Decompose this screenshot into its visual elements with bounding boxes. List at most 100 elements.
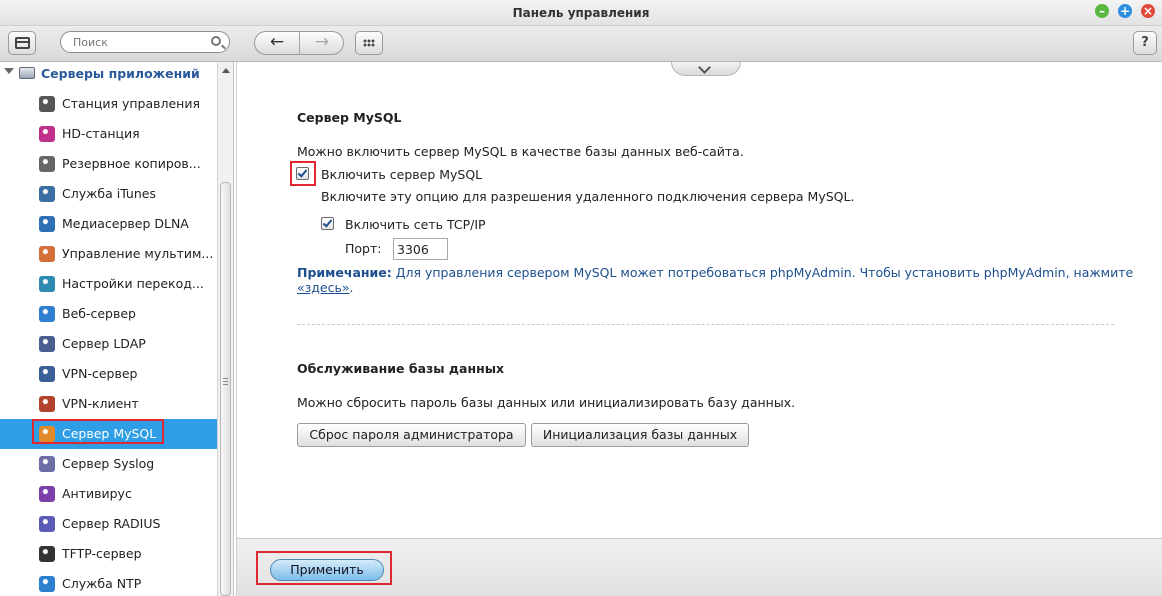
sidebar-panel-icon [15, 37, 30, 49]
sidebar-item[interactable]: Настройки перекод... [0, 269, 217, 299]
vpn-server-icon [39, 366, 55, 382]
chevron-down-icon [698, 61, 711, 74]
sidebar-item-label: Сервер RADIUS [62, 516, 161, 531]
collapse-caret-icon[interactable] [4, 68, 14, 74]
antivirus-icon [39, 486, 55, 502]
sidebar-item[interactable]: Сервер LDAP [0, 329, 217, 359]
sidebar-item-label: HD-станция [62, 126, 140, 141]
title-bar: Панель управления – + × [0, 0, 1162, 26]
backup-icon [39, 156, 55, 172]
multimedia-icon [39, 246, 55, 262]
enable-mysql-label[interactable]: Включить сервер MySQL [321, 167, 482, 182]
sidebar-item[interactable]: Служба iTunes [0, 179, 217, 209]
window-title: Панель управления [512, 6, 650, 20]
back-button[interactable]: ← [255, 32, 299, 54]
sidebar-item[interactable]: Служба NTP [0, 569, 217, 596]
close-button[interactable]: × [1141, 4, 1155, 18]
web-server-icon [39, 306, 55, 322]
sidebar-item[interactable]: HD-станция [0, 119, 217, 149]
note-prefix: Примечание: [297, 265, 392, 280]
ldap-icon [39, 336, 55, 352]
sidebar-item-label: Служба iTunes [62, 186, 156, 201]
sidebar-item[interactable]: VPN-сервер [0, 359, 217, 389]
sidebar-item-label: Настройки перекод... [62, 276, 204, 291]
enable-tcpip-label[interactable]: Включить сеть TCP/IP [345, 217, 486, 232]
server-group-icon [19, 67, 35, 79]
main-panel: Сервер MySQL Можно включить сервер MySQL… [236, 61, 1162, 538]
sidebar-item[interactable]: TFTP-сервер [0, 539, 217, 569]
note-text: Для управления сервером MySQL может потр… [391, 265, 1134, 280]
checkmark-icon [297, 167, 308, 178]
sidebar-item-label: Служба NTP [62, 576, 142, 591]
sidebar-item-label: Медиасервер DLNA [62, 216, 189, 231]
checkmark-icon [322, 217, 333, 228]
mysql-description: Можно включить сервер MySQL в качестве б… [297, 144, 744, 159]
sidebar-item-label: Станция управления [62, 96, 200, 111]
transcode-icon [39, 276, 55, 292]
vpn-client-icon [39, 396, 55, 412]
search-input[interactable] [73, 35, 208, 50]
sidebar-item[interactable]: Станция управления [0, 89, 217, 119]
apps-menu-button[interactable] [355, 31, 383, 55]
sidebar: Серверы приложений Станция управления HD-… [0, 62, 217, 596]
surveillance-station-icon [39, 96, 55, 112]
maintenance-description: Можно сбросить пароль базы данных или ин… [297, 395, 796, 410]
syslog-icon [39, 456, 55, 472]
footer-bar: Применить [236, 538, 1162, 596]
minimize-button[interactable]: – [1095, 4, 1109, 18]
sidebar-scrollbar[interactable] [217, 62, 234, 596]
sidebar-item[interactable]: Антивирус [0, 479, 217, 509]
sidebar-item-label: Резервное копиров... [62, 156, 201, 171]
help-button[interactable]: ? [1133, 31, 1157, 55]
sidebar-item-label: Управление мультим... [62, 246, 214, 261]
sidebar-item[interactable]: Веб-сервер [0, 299, 217, 329]
sidebar-item-label: Сервер LDAP [62, 336, 146, 351]
apply-button[interactable]: Применить [270, 559, 384, 581]
sidebar-item-label: VPN-сервер [62, 366, 138, 381]
navigation-buttons: ← → [254, 31, 344, 55]
sidebar-item[interactable]: Медиасервер DLNA [0, 209, 217, 239]
hd-station-icon [39, 126, 55, 142]
sidebar-item[interactable]: Сервер RADIUS [0, 509, 217, 539]
dlna-icon [39, 216, 55, 232]
sidebar-item[interactable]: VPN-клиент [0, 389, 217, 419]
tftp-icon [39, 546, 55, 562]
port-label: Порт: [345, 241, 382, 256]
sidebar-item[interactable]: Сервер Syslog [0, 449, 217, 479]
sidebar-toggle-button[interactable] [8, 31, 36, 55]
sidebar-item-label: Веб-сервер [62, 306, 136, 321]
grip-icon [223, 378, 228, 385]
note-suffix: . [349, 280, 354, 295]
maximize-button[interactable]: + [1118, 4, 1132, 18]
grid-icon [363, 39, 375, 47]
radius-icon [39, 516, 55, 532]
sidebar-group-header[interactable]: Серверы приложений [0, 62, 217, 86]
ntp-icon [39, 576, 55, 592]
collapse-panel-tab[interactable] [671, 61, 741, 76]
sidebar-item-label: TFTP-сервер [62, 546, 142, 561]
section-divider [297, 324, 1114, 325]
scrollbar-thumb[interactable] [220, 182, 231, 596]
sidebar-item[interactable]: Резервное копиров... [0, 149, 217, 179]
phpmyadmin-note: Примечание: Для управления сервером MySQ… [297, 265, 1137, 295]
sidebar-item[interactable]: Управление мультим... [0, 239, 217, 269]
port-input[interactable] [393, 238, 448, 260]
forward-button[interactable]: → [300, 32, 344, 54]
maintenance-section-title: Обслуживание базы данных [297, 361, 505, 376]
enable-mysql-checkbox[interactable] [296, 167, 309, 180]
search-icon[interactable] [211, 36, 221, 46]
enable-tcpip-checkbox[interactable] [321, 217, 334, 230]
scroll-up-arrow-icon[interactable] [222, 68, 230, 73]
sidebar-item-label: Сервер Syslog [62, 456, 155, 471]
enable-mysql-hint: Включите эту опцию для разрешения удален… [321, 189, 855, 204]
itunes-icon [39, 186, 55, 202]
highlight-frame-sidebar [32, 419, 164, 444]
search-box [60, 31, 230, 53]
sidebar-item-label: VPN-клиент [62, 396, 139, 411]
sidebar-group-label: Серверы приложений [41, 66, 200, 81]
reset-password-button[interactable]: Сброс пароля администратора [297, 423, 526, 447]
here-link[interactable]: «здесь» [297, 280, 350, 295]
mysql-section-title: Сервер MySQL [297, 110, 402, 125]
sidebar-item-label: Антивирус [62, 486, 132, 501]
initialize-db-button[interactable]: Инициализация базы данных [531, 423, 749, 447]
